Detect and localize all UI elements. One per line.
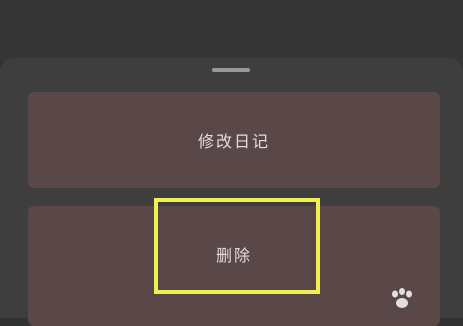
edit-diary-button[interactable]: 修改日记: [28, 92, 440, 188]
bottom-sheet: 修改日记 删除: [0, 58, 463, 326]
drag-handle[interactable]: [212, 68, 250, 72]
edit-diary-label: 修改日记: [197, 132, 270, 151]
paw-icon: [392, 288, 412, 308]
delete-label: 删除: [215, 246, 252, 265]
delete-button[interactable]: 删除: [28, 206, 440, 326]
dimmed-backdrop[interactable]: [0, 0, 463, 62]
